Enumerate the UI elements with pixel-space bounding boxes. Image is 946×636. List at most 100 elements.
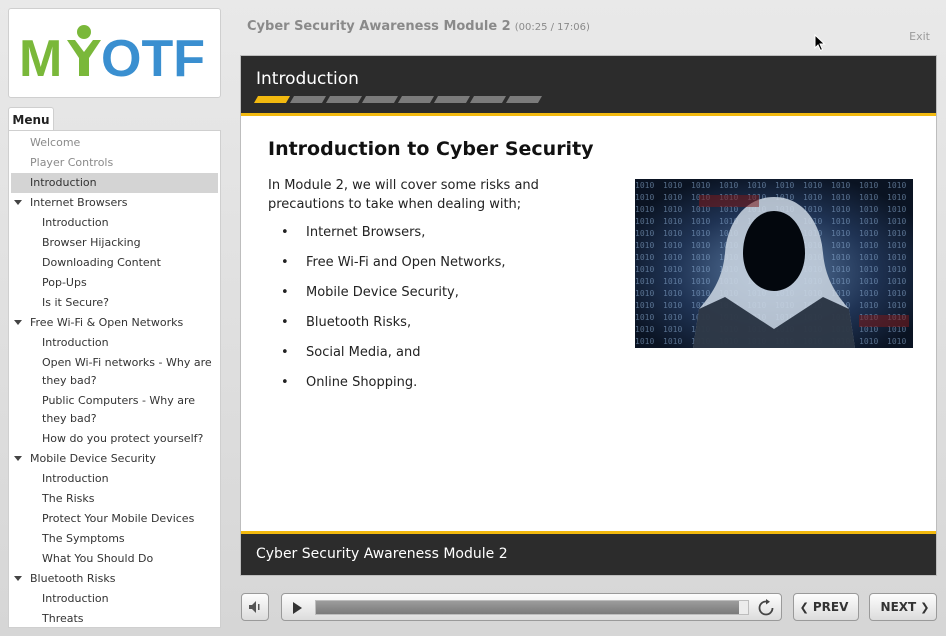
bullet-item: Bluetooth Risks, <box>281 314 506 344</box>
menu-item-label: Introduction <box>42 216 109 229</box>
slide-body: Introduction to Cyber Security In Module… <box>241 116 936 529</box>
menu-item-label: How do you protect yourself? <box>42 432 204 445</box>
menu-item[interactable]: Open Wi-Fi networks - Why are they bad? <box>9 353 220 391</box>
progress-segment <box>505 96 543 103</box>
menu-item[interactable]: Downloading Content <box>9 253 220 273</box>
bullet-list: Internet Browsers,Free Wi-Fi and Open Ne… <box>281 224 506 404</box>
menu-item[interactable]: Introduction <box>9 469 220 489</box>
menu-item-label: Protect Your Mobile Devices <box>42 512 195 525</box>
caret-down-icon[interactable] <box>14 456 22 461</box>
slide-progress <box>253 96 543 103</box>
logo-panel: M OTF <box>8 8 221 98</box>
menu-item-label: Browser Hijacking <box>42 236 141 249</box>
menu-item-label: Player Controls <box>30 156 114 169</box>
menu-item[interactable]: Threats <box>9 609 220 627</box>
menu-item[interactable]: Introduction <box>9 333 220 353</box>
menu-item[interactable]: Bluetooth Risks <box>9 569 220 589</box>
menu-item-label: Free Wi-Fi & Open Networks <box>30 316 184 329</box>
slide-footer-title: Cyber Security Awareness Module 2 <box>256 546 508 562</box>
seekbar[interactable] <box>315 600 749 615</box>
next-label: NEXT <box>880 600 917 614</box>
menu-item-label: Mobile Device Security <box>30 452 156 465</box>
menu-item-label: Open Wi-Fi networks - Why are they bad? <box>42 356 212 387</box>
seekbar-container <box>281 593 782 621</box>
menu-item-label: Introduction <box>42 472 109 485</box>
caret-down-icon[interactable] <box>14 320 22 325</box>
progress-segment <box>289 96 327 103</box>
play-icon[interactable] <box>290 601 304 615</box>
hooded-hacker-image: 1010 <box>635 179 913 348</box>
menu-item[interactable]: Free Wi-Fi & Open Networks <box>9 313 220 333</box>
menu-item-label: Welcome <box>30 136 81 149</box>
menu-item-label: Threats <box>42 612 84 625</box>
menu-item-label: Introduction <box>42 592 109 605</box>
bullet-item: Online Shopping. <box>281 374 506 404</box>
menu-item[interactable]: The Symptoms <box>9 529 220 549</box>
menu-item-label: Internet Browsers <box>30 196 128 209</box>
menu-item-label: Pop-Ups <box>42 276 87 289</box>
slide-intro: In Module 2, we will cover some risks an… <box>268 178 539 212</box>
menu-item[interactable]: Introduction <box>9 589 220 609</box>
slide-frame: Introduction Introduction to Cyber Secur… <box>240 55 937 576</box>
slide-header-title: Introduction <box>256 69 359 89</box>
menu-item[interactable]: Browser Hijacking <box>9 233 220 253</box>
menu-item-label: Introduction <box>30 176 97 189</box>
menu-item[interactable]: How do you protect yourself? <box>9 429 220 449</box>
chevron-right-icon: ❯ <box>920 600 930 614</box>
menu-list: Welcome Player Controls Introduction Intern… <box>9 131 220 627</box>
slide-header: Introduction <box>241 56 936 116</box>
volume-button[interactable] <box>241 593 269 621</box>
menu-item[interactable]: Mobile Device Security <box>9 449 220 469</box>
course-title-text: Cyber Security Awareness Module 2 <box>247 19 511 34</box>
menu-item[interactable]: Protect Your Mobile Devices <box>9 509 220 529</box>
bullet-item: Mobile Device Security, <box>281 284 506 314</box>
chevron-left-icon: ❮ <box>799 600 809 614</box>
progress-segment <box>361 96 399 103</box>
caret-down-icon[interactable] <box>14 576 22 581</box>
progress-segment <box>325 96 363 103</box>
exit-link[interactable]: Exit <box>909 30 930 43</box>
progress-segment <box>469 96 507 103</box>
replay-icon[interactable] <box>757 599 775 617</box>
bullet-item: Social Media, and <box>281 344 506 374</box>
seekbar-fill <box>316 601 740 614</box>
prev-label: PREV <box>812 600 849 614</box>
svg-text:OTF: OTF <box>101 30 205 88</box>
menu-item[interactable]: Welcome <box>9 133 220 153</box>
menu-item-label: Downloading Content <box>42 256 161 269</box>
speaker-icon <box>249 601 260 613</box>
course-time: (00:25 / 17:06) <box>514 22 590 33</box>
menu-item[interactable]: Player Controls <box>9 153 220 173</box>
menu-item[interactable]: What You Should Do <box>9 549 220 569</box>
menu-item[interactable]: Internet Browsers <box>9 193 220 213</box>
mouse-cursor-icon <box>814 34 826 52</box>
slide-heading: Introduction to Cyber Security <box>268 138 594 160</box>
progress-segment <box>253 96 291 103</box>
progress-segment <box>397 96 435 103</box>
menu-item-label: Is it Secure? <box>42 296 109 309</box>
svg-text:M: M <box>19 30 62 88</box>
menu-item[interactable]: Public Computers - Why are they bad? <box>9 391 220 429</box>
menu-item[interactable]: Introduction <box>11 173 218 193</box>
menu-item[interactable]: Is it Secure? <box>9 293 220 313</box>
course-title: Cyber Security Awareness Module 2 (00:25 … <box>247 19 590 34</box>
menu-item[interactable]: Pop-Ups <box>9 273 220 293</box>
myotf-logo: M OTF <box>19 25 205 88</box>
menu-panel: Welcome Player Controls Introduction Intern… <box>8 130 221 628</box>
menu-item-label: What You Should Do <box>42 552 154 565</box>
menu-item-label: Introduction <box>42 336 109 349</box>
menu-tab[interactable]: Menu <box>8 107 54 131</box>
next-button[interactable]: NEXT ❯ <box>869 593 937 621</box>
menu-item-label: The Risks <box>42 492 95 505</box>
menu-item[interactable]: Introduction <box>9 213 220 233</box>
menu-item[interactable]: The Risks <box>9 489 220 509</box>
slide-footer: Cyber Security Awareness Module 2 <box>241 531 936 575</box>
bullet-item: Free Wi-Fi and Open Networks, <box>281 254 506 284</box>
menu-item-label: Bluetooth Risks <box>30 572 116 585</box>
caret-down-icon[interactable] <box>14 200 22 205</box>
bullet-item: Internet Browsers, <box>281 224 506 254</box>
menu-item-label: Public Computers - Why are they bad? <box>42 394 196 425</box>
menu-item-label: The Symptoms <box>42 532 125 545</box>
prev-button[interactable]: ❮ PREV <box>793 593 859 621</box>
progress-segment <box>433 96 471 103</box>
